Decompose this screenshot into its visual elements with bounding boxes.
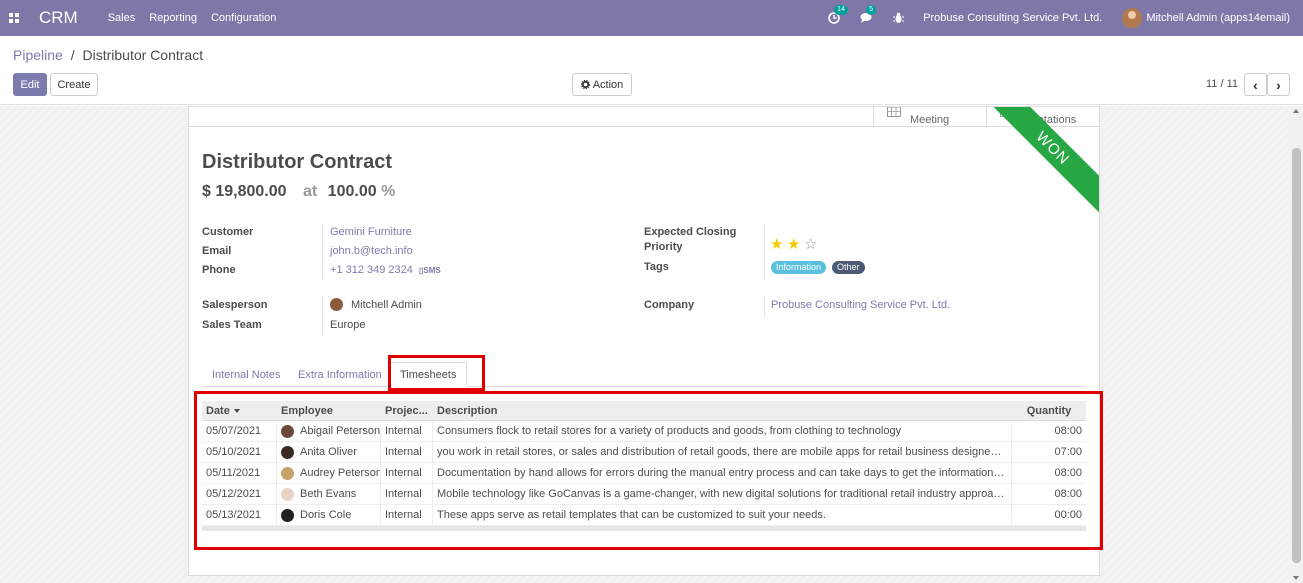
tab-internal-notes[interactable]: Internal Notes — [202, 362, 290, 387]
priority-star-2-icon[interactable]: ★ — [787, 237, 800, 252]
tag-information[interactable]: Information — [771, 261, 827, 274]
menu-configuration[interactable]: Configuration — [211, 12, 276, 24]
company-label: Company — [644, 299, 695, 311]
sales-team-label: Sales Team — [202, 319, 262, 331]
probability-value: 100.00 — [327, 183, 377, 200]
highlight-timesheet-table — [194, 391, 1103, 550]
user-menu[interactable]: Mitchell Admin (apps14email) — [1122, 8, 1290, 28]
activity-count-badge: 14 — [834, 5, 848, 15]
company-switcher[interactable]: Probuse Consulting Service Pvt. Ltd. — [923, 12, 1102, 24]
app-brand[interactable]: CRM — [39, 8, 78, 28]
phone-value[interactable]: +1 312 349 2324 — [330, 264, 413, 276]
phone-label: Phone — [202, 264, 236, 276]
breadcrumb: Pipeline / Distributor Contract — [13, 47, 203, 63]
sms-label: SMS — [423, 266, 441, 275]
action-label: Action — [592, 78, 624, 91]
breadcrumb-pipeline[interactable]: Pipeline — [13, 47, 63, 63]
salesperson-value[interactable]: Mitchell Admin — [351, 299, 422, 311]
field-separator — [764, 224, 765, 280]
priority-star-3-icon[interactable]: ☆ — [804, 237, 817, 252]
menu-reporting[interactable]: Reporting — [149, 12, 197, 24]
chevron-left-icon: ‹ — [1253, 76, 1258, 93]
sms-button[interactable]: ▯SMS — [419, 266, 441, 275]
control-panel: Pipeline / Distributor Contract Edit Cre… — [0, 36, 1303, 105]
sales-team-value[interactable]: Europe — [330, 319, 365, 331]
edit-button[interactable]: Edit — [13, 73, 47, 96]
email-label: Email — [202, 245, 232, 257]
expected-revenue: $ 19,800.00 at 100.00 % — [202, 183, 395, 201]
breadcrumb-separator: / — [70, 47, 75, 63]
vertical-scrollbar[interactable] — [1290, 106, 1303, 583]
chevron-right-icon: › — [1276, 76, 1281, 93]
email-value[interactable]: john.b@tech.info — [330, 245, 413, 257]
top-navbar: CRM Sales Reporting Configuration 14 5 P… — [0, 0, 1303, 36]
scrollbar-thumb[interactable] — [1292, 148, 1301, 563]
debug-button[interactable] — [891, 11, 905, 25]
company-value[interactable]: Probuse Consulting Service Pvt. Ltd. — [771, 299, 950, 311]
lead-title: Distributor Contract — [202, 151, 392, 173]
field-separator — [322, 297, 323, 335]
meeting-label: Meeting — [910, 114, 950, 126]
percent-sign: % — [381, 183, 396, 200]
scroll-down-icon[interactable] — [1293, 576, 1299, 580]
breadcrumb-current: Distributor Contract — [82, 47, 204, 63]
pager-value: 11 / 11 — [1205, 78, 1238, 90]
field-separator — [322, 224, 323, 280]
smart-button-box: Meeting Quotations — [873, 107, 1099, 127]
pager-next-button[interactable]: › — [1267, 73, 1290, 96]
message-count-badge: 5 — [866, 5, 877, 15]
create-button[interactable]: Create — [50, 73, 98, 96]
highlight-timesheets-tab — [388, 355, 485, 391]
priority-label: Priority — [644, 241, 683, 253]
salesperson-label: Salesperson — [202, 299, 268, 311]
user-name: Mitchell Admin (apps14email) — [1146, 12, 1290, 24]
salesperson-avatar — [330, 298, 343, 311]
pager-previous-button[interactable]: ‹ — [1244, 73, 1267, 96]
user-avatar — [1122, 8, 1143, 28]
field-separator — [764, 297, 765, 317]
customer-value[interactable]: Gemini Furniture — [330, 226, 412, 238]
action-button[interactable]: Action — [572, 73, 632, 96]
messaging-button[interactable]: 5 — [859, 5, 877, 25]
tab-extra-information[interactable]: Extra Information — [288, 362, 392, 387]
bug-icon — [892, 12, 904, 23]
priority-star-1-icon[interactable]: ★ — [770, 237, 783, 252]
meeting-smart-button[interactable]: Meeting — [873, 107, 986, 127]
menu-sales[interactable]: Sales — [108, 12, 136, 24]
revenue-value: $ 19,800.00 — [202, 183, 287, 200]
scroll-up-icon[interactable] — [1293, 109, 1299, 113]
apps-menu-icon[interactable] — [1, 0, 27, 36]
tags-label: Tags — [644, 261, 669, 273]
at-label: at — [302, 183, 318, 200]
header-divider — [189, 126, 1099, 127]
gear-icon — [580, 80, 590, 89]
expected-closing-label: Expected Closing — [644, 226, 737, 238]
notebook-tabs: Internal Notes Extra Information Timeshe… — [202, 362, 1086, 387]
tag-other[interactable]: Other — [832, 261, 865, 274]
customer-label: Customer — [202, 226, 254, 238]
activity-button[interactable]: 14 — [827, 5, 848, 25]
calendar-icon — [887, 107, 901, 117]
